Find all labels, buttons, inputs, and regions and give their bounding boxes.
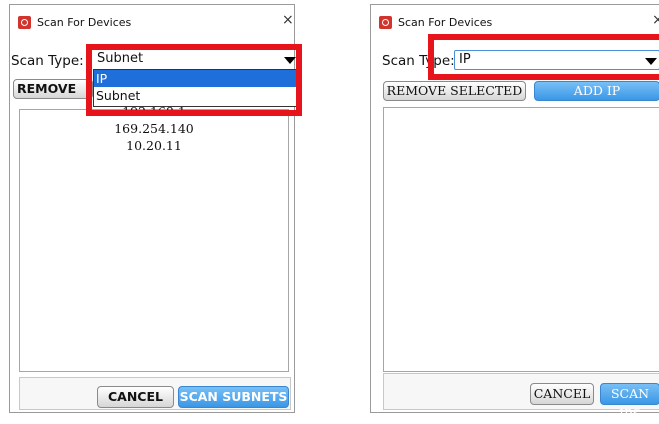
cancel-button[interactable]: CANCEL xyxy=(530,383,594,405)
scan-subnets-button[interactable]: SCAN SUBNETS xyxy=(178,386,289,408)
list-item[interactable]: 169.254.140 xyxy=(20,120,288,137)
footer-bar: CANCEL SCAN IPS xyxy=(383,373,659,421)
app-logo-icon xyxy=(18,16,31,29)
highlight-box xyxy=(86,44,302,116)
title-bar: Scan For Devices × xyxy=(10,5,294,39)
remove-selected-button[interactable]: REMOVE SELECTED xyxy=(383,81,526,101)
scan-ips-button[interactable]: SCAN IPS xyxy=(600,383,659,421)
add-ip-button[interactable]: ADD IP xyxy=(534,81,659,101)
dialog-title: Scan For Devices xyxy=(398,16,493,29)
highlight-box xyxy=(428,34,659,80)
list-item[interactable]: 10.20.11 xyxy=(20,137,288,154)
close-icon[interactable]: × xyxy=(652,12,659,28)
ip-list[interactable] xyxy=(383,107,659,372)
app-logo-icon xyxy=(379,16,392,29)
scan-type-label: Scan Type: xyxy=(11,53,84,69)
subnet-list[interactable]: 192.168.1 169.254.140 10.20.11 xyxy=(19,104,289,372)
footer-bar: CANCEL SCAN SUBNETS xyxy=(19,377,291,410)
remove-button[interactable]: REMOVE xyxy=(13,79,93,99)
close-icon[interactable]: × xyxy=(282,12,294,28)
cancel-button[interactable]: CANCEL xyxy=(97,386,174,408)
dialog-title: Scan For Devices xyxy=(37,16,132,29)
